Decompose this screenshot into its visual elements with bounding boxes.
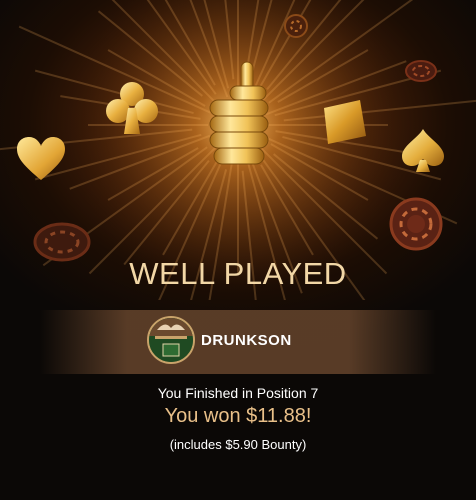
thumbs-up-icon	[209, 61, 269, 165]
poker-chip-icon	[284, 14, 308, 38]
game-result-screen: WELL PLAYED DRUNKSON You Finished in Pos…	[0, 0, 476, 500]
player-name: DRUNKSON	[201, 332, 292, 349]
player-strip: DRUNKSON	[40, 310, 436, 374]
avatar-image	[149, 318, 193, 362]
well-played-title: WELL PLAYED	[129, 256, 347, 291]
bounty-text: (includes $5.90 Bounty)	[169, 437, 307, 452]
poker-chip-icon	[405, 60, 437, 82]
diamond-icon	[324, 100, 366, 144]
avatar	[147, 316, 195, 364]
winnings-text: You won $11.88!	[164, 405, 312, 427]
club-icon	[106, 82, 158, 134]
heart-icon	[17, 137, 65, 180]
finish-position-text: You Finished in Position 7	[157, 385, 319, 401]
spade-icon	[402, 129, 444, 172]
poker-chip-icon	[389, 197, 443, 251]
